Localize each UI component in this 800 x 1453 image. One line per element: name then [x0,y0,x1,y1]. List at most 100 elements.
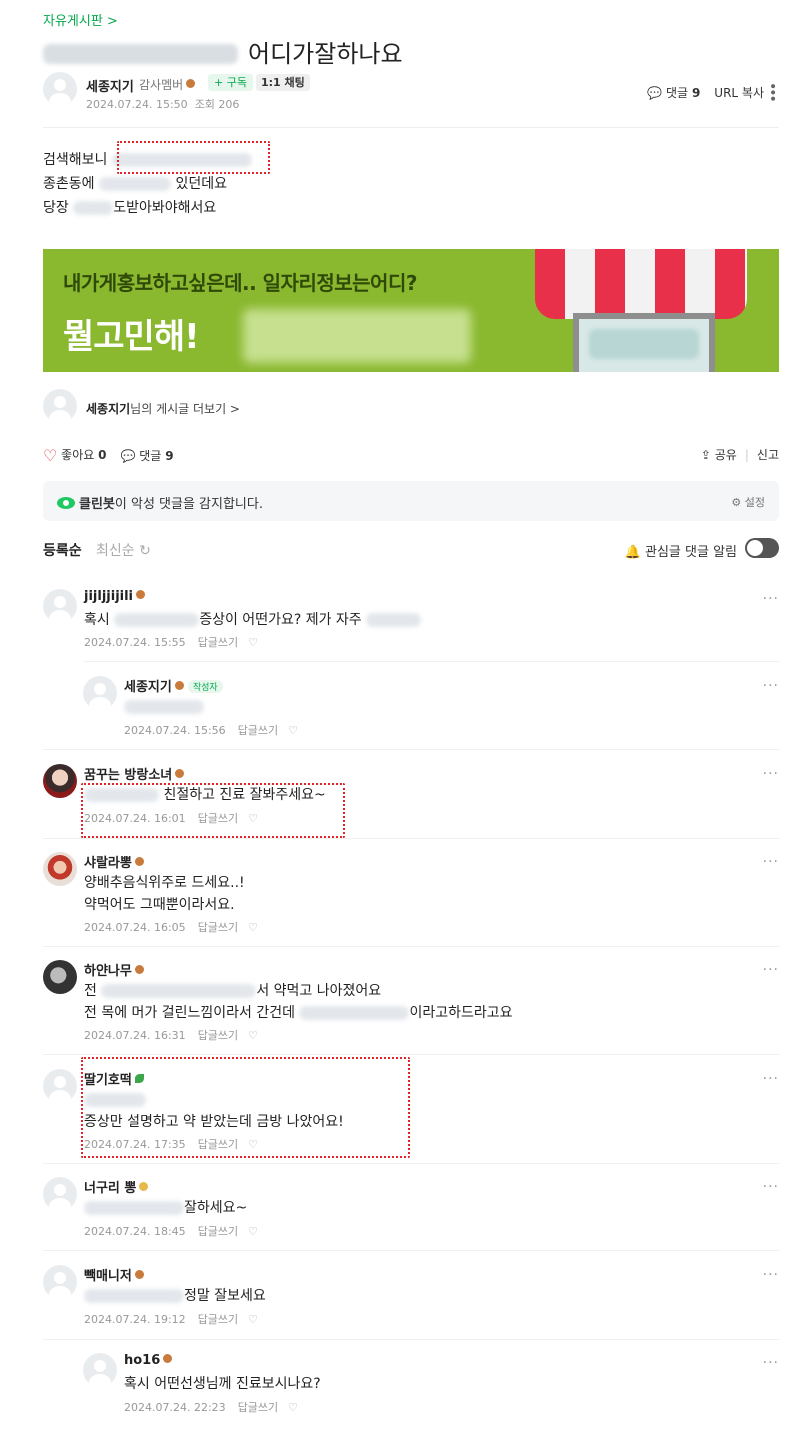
author-rank: 감사멤버 [139,76,196,93]
comment-date: 2024.07.24. 16:31 [84,1029,186,1042]
commenter-avatar[interactable] [43,1177,77,1211]
commenter-avatar[interactable] [43,852,77,886]
banner-blurred-text [243,309,471,363]
comment-like-heart-icon[interactable]: ♡ [248,1313,258,1326]
reply-button[interactable]: 답글쓰기 [198,921,238,934]
comment-more-button[interactable]: ··· [763,1179,779,1195]
comment-like-heart-icon[interactable]: ♡ [248,636,258,649]
report-button[interactable]: 신고 [757,446,779,463]
like-button[interactable]: ♡ 좋아요 0 [43,446,106,465]
member-badge-icon [134,857,144,866]
commenter-avatar[interactable] [43,1265,77,1299]
comment-button[interactable]: 💬 댓글 9 [120,447,173,464]
commenter-name[interactable]: 세종지기 작성자 [124,676,223,695]
comment-more-button[interactable]: ··· [763,962,779,978]
top-actions: 💬 댓글 9 URL 복사 [647,84,764,101]
comment-divider [43,838,779,839]
comment-label: 댓글 [139,449,162,463]
reply-button[interactable]: 답글쓰기 [198,1029,238,1042]
share-button[interactable]: ⇪ 공유 [701,446,737,463]
bell-icon: 🔔 [624,545,641,560]
comment-bubble-icon: 💬 [647,86,663,100]
like-count: 0 [98,448,107,462]
post-body-line-3: 당장 도받아봐야해서요 [43,200,217,216]
commenter-avatar[interactable] [83,676,117,710]
commenter-name[interactable]: 꿈꾸는 방랑소녀 [84,764,185,783]
post-date: 2024.07.24. 15:50 [86,98,188,111]
reply-button[interactable]: 답글쓰기 [198,636,238,649]
comment-alarm-toggle[interactable] [745,538,779,558]
sort-latest-label: 최신순 [96,543,135,559]
comment-more-button[interactable]: ··· [763,766,779,782]
comment-more-button[interactable]: ··· [763,1267,779,1283]
comment-date: 2024.07.24. 15:55 [84,636,186,649]
url-copy-button[interactable]: URL 복사 [714,84,764,101]
commenter-avatar[interactable] [43,960,77,994]
comment-like-heart-icon[interactable]: ♡ [248,1029,258,1042]
blurred-text [84,1289,184,1303]
post-meta: 2024.07.24. 15:50 조회 206 [86,96,239,112]
comment-like-heart-icon[interactable]: ♡ [248,921,258,934]
more-posts-link[interactable]: 세종지기님의 게시글 더보기 > [86,400,240,417]
comment-text: 전 서 약먹고 나아졌어요 전 목에 머가 걸린느낌이라서 간건데 이라고하드라… [84,983,513,1021]
comment-like-heart-icon[interactable]: ♡ [248,1225,258,1238]
rank-badge-icon [186,79,196,88]
reply-button[interactable]: 답글쓰기 [198,1225,238,1238]
comment-more-button[interactable]: ··· [763,591,779,607]
commenter-name[interactable]: ho16 [124,1353,173,1368]
reply-comment-item: ho16 혹시 어떤선생님께 진료보시나요? 2024.07.24. 22:23… [83,1353,779,1418]
commenter-name[interactable]: 샤랄라뽕 [84,852,144,871]
gear-icon: ⚙ [731,496,742,509]
highlight-box-body [117,141,270,174]
like-label: 좋아요 [61,448,95,462]
top-comment-button[interactable]: 💬 댓글 9 [647,84,700,101]
commenter-name[interactable]: 하얀나무 [84,960,144,979]
comment-like-heart-icon[interactable]: ♡ [288,1401,298,1414]
commenter-name[interactable]: 너구리 뽕 [84,1177,149,1196]
highlight-box-comment [81,783,345,838]
comment-alarm-text: 관심글 댓글 알림 [645,545,737,560]
comment-like-heart-icon[interactable]: ♡ [288,724,298,737]
comment-more-button[interactable]: ··· [763,1355,779,1371]
chat-button[interactable]: 1:1 채팅 [256,74,310,91]
comment-date: 2024.07.24. 15:56 [124,724,226,737]
reply-button[interactable]: 답글쓰기 [238,724,278,737]
promo-banner[interactable]: 내가게홍보하고싶은데.. 일자리정보는어디? 뭘고민해! [43,249,779,372]
post-views: 조회 206 [194,98,240,111]
more-posts-avatar[interactable] [43,389,77,423]
comment-item: 너구리 뽕 잘하세요~ 2024.07.24. 18:45 답글쓰기 ♡ ··· [43,1177,779,1242]
post-more-icon[interactable]: ••• [764,82,780,101]
commenter-avatar[interactable] [43,1069,77,1103]
commenter-name[interactable]: 빽매니저 [84,1265,144,1284]
comment-meta: 2024.07.24. 16:05 답글쓰기 ♡ [84,919,258,935]
subscribe-button[interactable]: + 구독 [208,74,253,91]
comment-more-button[interactable]: ··· [763,1071,779,1087]
reply-comment-item: 세종지기 작성자 2024.07.24. 15:56 답글쓰기 ♡ ··· [83,676,779,746]
post-title-text: 어디가잘하나요 [248,40,403,68]
sort-registered-tab[interactable]: 등록순 [43,540,82,560]
member-badge-icon [134,965,144,974]
cleanbot-settings-button[interactable]: ⚙ 설정 [731,494,765,510]
commenter-name[interactable]: jijljjijili [84,589,146,604]
reply-button[interactable]: 답글쓰기 [198,1313,238,1326]
author-name[interactable]: 세종지기 [86,76,134,95]
comment-meta: 2024.07.24. 16:31 답글쓰기 ♡ [84,1027,258,1043]
blurred-text [73,201,114,215]
comment-more-button[interactable]: ··· [763,854,779,870]
heart-outline-icon: ♡ [43,446,58,465]
cleanbot-settings-label: 설정 [744,496,765,509]
comment-item: 샤랄라뽕 양배추음식위주로 드세요..! 약먹어도 그때뿐이라서요. 2024.0… [43,852,779,937]
member-badge-icon [174,681,184,690]
breadcrumb-board-link[interactable]: 자유게시판 > [43,10,118,29]
commenter-avatar[interactable] [43,764,77,798]
banner-headline: 내가게홍보하고싶은데.. 일자리정보는어디? [63,271,417,295]
reply-button[interactable]: 답글쓰기 [238,1401,278,1414]
store-awning-graphic [535,249,747,319]
sort-latest-tab[interactable]: 최신순 ↻ [96,540,151,560]
author-avatar[interactable] [43,72,77,106]
comment-more-button[interactable]: ··· [763,678,779,694]
blurred-text [114,613,200,627]
commenter-avatar[interactable] [83,1353,117,1387]
blurred-text [124,700,204,714]
commenter-avatar[interactable] [43,589,77,623]
